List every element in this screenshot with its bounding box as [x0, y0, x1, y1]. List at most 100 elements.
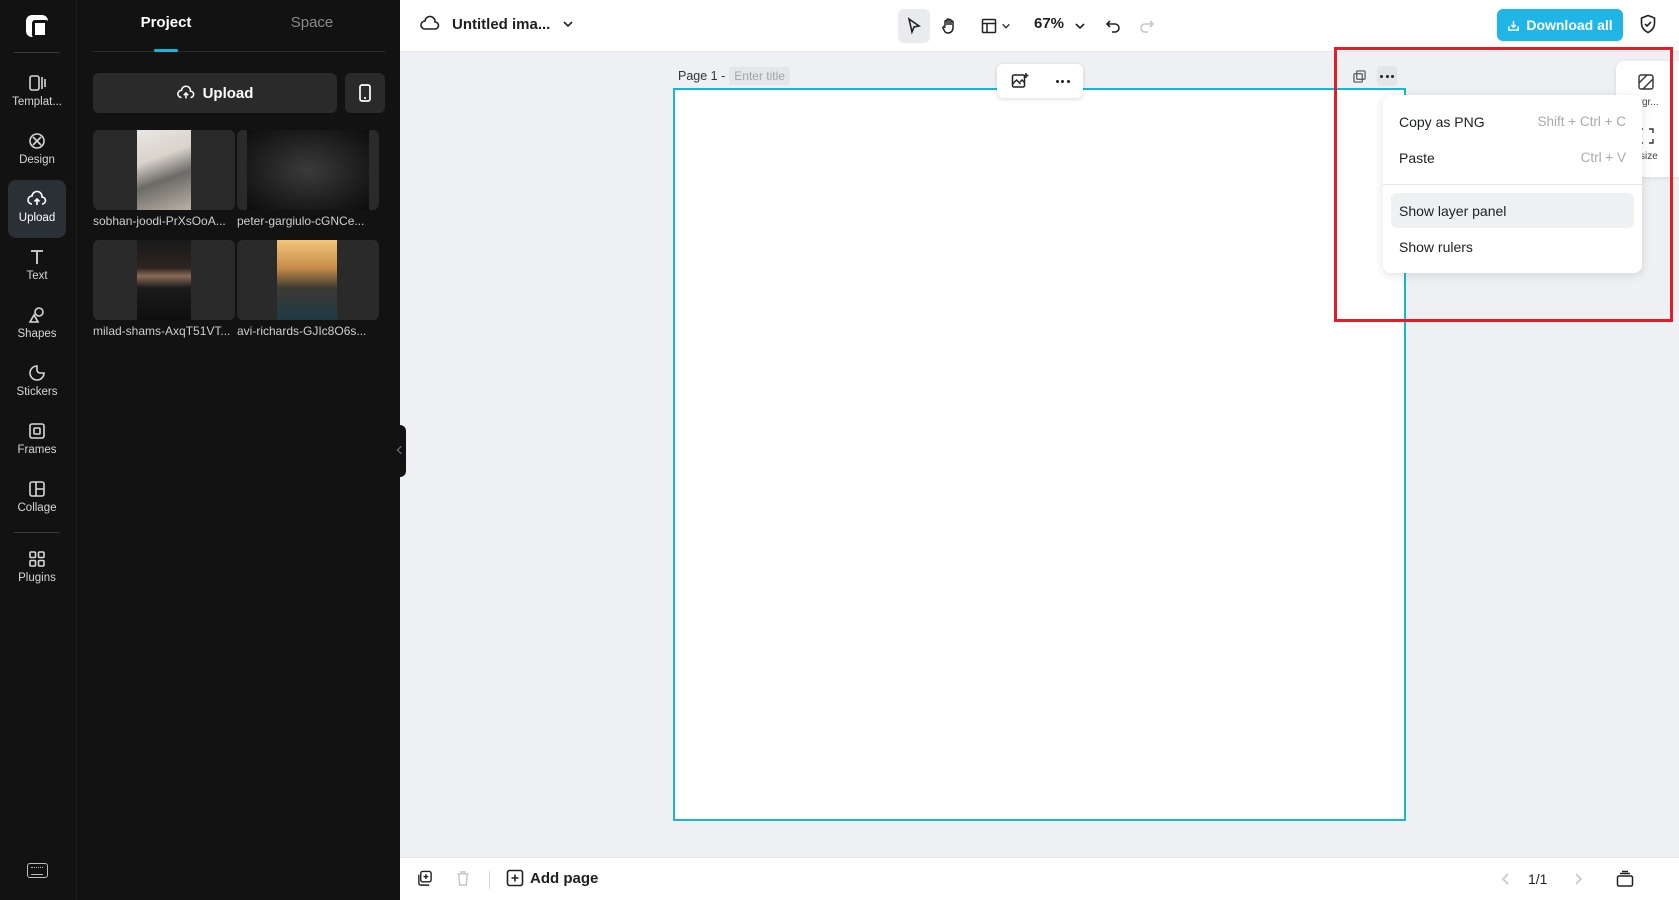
hand-tool-button[interactable] — [933, 9, 965, 43]
page-canvas[interactable] — [673, 88, 1406, 821]
zoom-dropdown-button[interactable] — [1070, 9, 1090, 43]
rail-label: Upload — [18, 212, 56, 224]
upload-filename: avi-richards-GJIc8O6s... — [237, 324, 367, 338]
chevron-left-icon — [1501, 873, 1509, 885]
templates-icon — [29, 75, 46, 91]
redo-icon — [1140, 20, 1155, 33]
rail-item-frames[interactable]: Frames — [8, 412, 66, 470]
highlight-annotation-box — [1334, 47, 1673, 322]
rail-label: Design — [19, 154, 55, 166]
add-image-icon — [1011, 73, 1028, 88]
rail-item-stickers[interactable]: Stickers — [8, 354, 66, 412]
upload-filename: peter-gargiulo-cGNCe... — [237, 214, 365, 228]
text-icon — [31, 250, 43, 264]
photo-woman-hat — [137, 240, 191, 320]
plugins-icon — [29, 551, 45, 567]
hand-icon — [942, 18, 954, 34]
app-logo-icon[interactable] — [26, 15, 49, 38]
rail-item-text[interactable]: Text — [8, 238, 66, 296]
rail-item-design[interactable]: Design — [8, 122, 66, 180]
add-page-button[interactable]: Add page — [506, 869, 598, 887]
layout-dropdown-button[interactable] — [976, 9, 1016, 43]
redo-button[interactable] — [1134, 9, 1160, 43]
rail-item-upload[interactable]: Upload — [8, 180, 66, 238]
prev-page-button[interactable] — [1500, 872, 1512, 891]
frames-icon — [29, 423, 45, 439]
zoom-level[interactable]: 67% — [1034, 15, 1064, 32]
rail-item-plugins[interactable]: Plugins — [8, 540, 66, 598]
upload-thumbnail[interactable] — [237, 240, 379, 320]
upload-thumbnail[interactable] — [93, 130, 235, 210]
bottom-divider — [489, 871, 490, 889]
download-all-button[interactable]: Download all — [1497, 9, 1623, 41]
undo-button[interactable] — [1100, 9, 1126, 43]
pointer-icon — [907, 17, 921, 35]
cloud-upload-icon — [176, 85, 194, 99]
layout-icon — [981, 18, 997, 34]
pages-icon — [1616, 870, 1634, 887]
upload-thumbnail[interactable] — [237, 130, 379, 210]
shield-icon[interactable] — [1639, 14, 1657, 39]
chevron-down-icon — [1075, 23, 1085, 30]
left-rail: Templat... Design Upload Text Shapes Sti… — [0, 0, 76, 900]
add-page-label: Add page — [530, 869, 599, 887]
trash-icon — [457, 871, 469, 886]
chevron-down-icon — [563, 21, 573, 28]
download-icon — [1508, 20, 1520, 31]
page-counter: 1/1 — [1528, 871, 1548, 887]
cloud-sync-icon — [420, 15, 440, 30]
tab-space[interactable]: Space — [239, 14, 385, 31]
design-icon — [29, 133, 45, 149]
rail-label: Shapes — [17, 328, 57, 340]
document-title-area[interactable]: Untitled ima... — [420, 14, 574, 34]
download-all-label: Download all — [1526, 17, 1613, 33]
undo-icon — [1105, 20, 1120, 33]
rail-label: Templat... — [12, 96, 62, 108]
page-label: Page 1 - Enter title — [678, 67, 790, 85]
top-bar: Untitled ima... 67% Download all — [400, 0, 1679, 52]
chevron-right-icon — [1575, 873, 1583, 885]
rail-item-shapes[interactable]: Shapes — [8, 296, 66, 354]
document-title: Untitled ima... — [452, 15, 551, 33]
floating-toolbar — [997, 64, 1083, 98]
upload-thumbnail[interactable] — [93, 240, 235, 320]
select-tool-button[interactable] — [898, 9, 930, 43]
active-tab-indicator — [154, 49, 178, 52]
bottom-bar: Add page 1/1 — [400, 857, 1679, 900]
phone-icon — [359, 84, 371, 102]
keyboard-icon[interactable] — [27, 863, 48, 878]
stickers-icon — [29, 365, 45, 381]
rail-divider — [14, 52, 60, 53]
rail-divider — [14, 532, 60, 533]
rail-item-templates[interactable]: Templat... — [8, 64, 66, 122]
duplicate-icon — [418, 870, 432, 886]
collage-icon — [29, 481, 45, 497]
mobile-upload-button[interactable] — [345, 73, 385, 113]
rail-label: Collage — [17, 502, 57, 514]
photo-dark-texture — [247, 130, 369, 210]
rail-item-collage[interactable]: Collage — [8, 470, 66, 528]
page-title-input[interactable]: Enter title — [729, 67, 790, 85]
side-panel: Project Space Upload sobhan-joodi-PrXsOo… — [76, 0, 400, 900]
upload-button[interactable]: Upload — [93, 73, 337, 113]
photo-woman-blonde — [137, 130, 191, 210]
add-image-button[interactable] — [1011, 72, 1029, 90]
more-options-icon[interactable] — [1055, 79, 1070, 83]
page-manager-button[interactable] — [1616, 870, 1634, 893]
rail-label: Stickers — [16, 386, 58, 398]
cloud-upload-icon — [27, 190, 47, 205]
chevron-down-icon — [1002, 23, 1010, 29]
page-number-label: Page 1 - — [678, 69, 726, 83]
next-page-button[interactable] — [1572, 872, 1584, 891]
upload-label: Upload — [202, 84, 254, 102]
delete-page-button[interactable] — [455, 870, 471, 892]
upload-filename: sobhan-joodi-PrXsOoA... — [93, 214, 226, 228]
duplicate-page-button[interactable] — [416, 870, 433, 892]
rail-label: Frames — [17, 444, 57, 456]
photo-sunset-rider — [277, 240, 337, 320]
tab-project[interactable]: Project — [93, 14, 239, 31]
upload-filename: milad-shams-AxqT51VT... — [93, 324, 231, 338]
rail-label: Plugins — [18, 572, 56, 584]
collapse-panel-handle[interactable] — [396, 425, 406, 477]
rail-label: Text — [26, 270, 48, 282]
